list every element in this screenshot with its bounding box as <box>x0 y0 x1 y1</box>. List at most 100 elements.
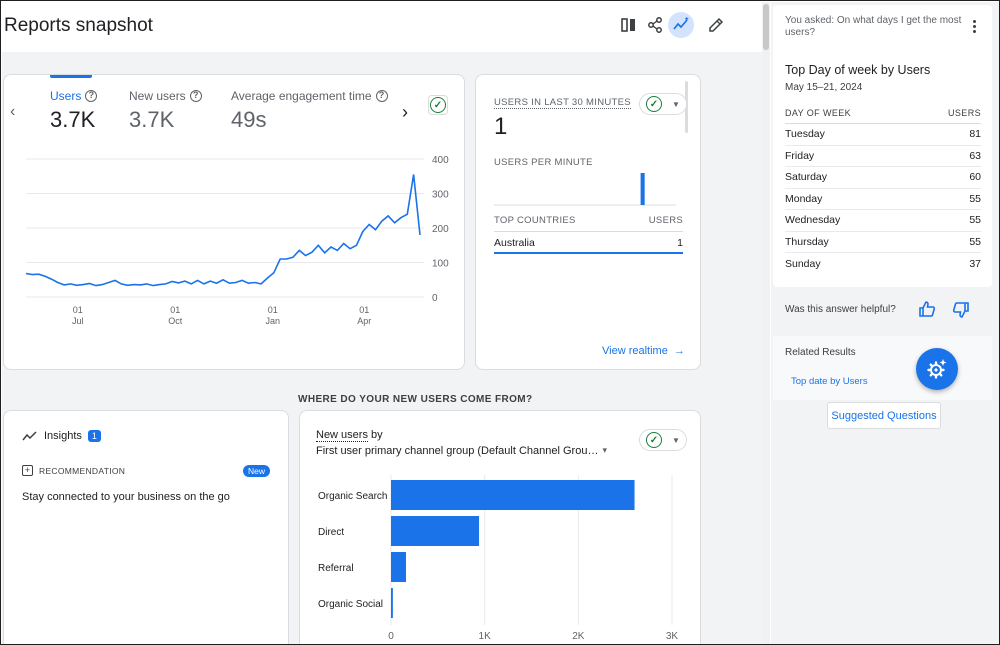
new-badge: New <box>243 465 271 477</box>
thumbs-down-icon[interactable] <box>951 300 971 325</box>
related-title: Related Results <box>785 347 856 358</box>
by-label: by <box>367 429 383 441</box>
row-day: Thursday <box>785 235 829 248</box>
countries-divider <box>494 231 683 232</box>
answer-card: You asked: On what days I get the most u… <box>773 5 992 287</box>
y-tick-label: 100 <box>432 259 449 270</box>
acquisition-check-dropdown[interactable]: ✓ ▼ <box>639 429 687 451</box>
related-link[interactable]: Top date by Users <box>791 376 868 387</box>
country-users: 1 <box>677 237 683 249</box>
row-day: Friday <box>785 149 815 162</box>
tab-engagement-value: 49s <box>231 107 267 132</box>
dimension-label: First user primary channel group (Defaul… <box>316 445 599 457</box>
users-line-chart: 400300200100001Jul01Oct01Jan01Apr <box>25 155 449 326</box>
chevron-right-icon[interactable]: › <box>402 102 408 123</box>
tab-users[interactable]: Users? 3.7K <box>50 89 98 133</box>
recommendation-icon: + <box>22 465 33 476</box>
insights-trend-icon[interactable] <box>668 12 694 38</box>
insights-trend-icon <box>22 431 37 441</box>
x-tick-label: Apr <box>357 316 371 326</box>
metric-selector[interactable]: New users <box>316 429 368 442</box>
tab-engagement-time[interactable]: Average engagement time? 49s <box>231 89 388 133</box>
dimension-selector[interactable]: First user primary channel group (Defaul… <box>316 445 607 457</box>
thumbs-up-icon[interactable] <box>917 299 937 324</box>
app-frame: Reports snapshot ‹ Users? 3.7K New users… <box>0 0 1000 645</box>
col-users: USERS <box>947 108 981 118</box>
row-day: Wednesday <box>785 214 841 227</box>
channel-bar <box>391 552 406 582</box>
countries-header: TOP COUNTRIES USERS <box>494 215 683 226</box>
row-day: Saturday <box>785 171 828 184</box>
y-tick-label: 300 <box>432 190 449 201</box>
recommendation-label: RECOMMENDATION <box>39 465 126 476</box>
country-row[interactable]: Australia 1 <box>494 237 683 249</box>
row-users: 55 <box>969 235 981 248</box>
col-day-of-week: DAY OF WEEK <box>785 108 852 118</box>
answer-table-header: DAY OF WEEK USERS <box>785 108 981 124</box>
help-icon[interactable]: ? <box>189 90 202 102</box>
x-tick-label: Jan <box>266 316 281 326</box>
chevron-left-icon[interactable]: ‹ <box>10 103 15 121</box>
answer-date-range: May 15–21, 2024 <box>785 82 863 93</box>
share-icon[interactable] <box>642 12 668 38</box>
answer-table-row: Sunday 37 <box>785 253 981 275</box>
acquisition-card: New users by First user primary channel … <box>299 410 701 644</box>
per-minute-chart <box>494 173 676 206</box>
country-name: Australia <box>494 237 535 249</box>
x-tick-label: 2K <box>572 631 585 642</box>
insights-card: Insights 1 + RECOMMENDATION New Stay con… <box>3 410 289 644</box>
view-realtime-label: View realtime <box>602 345 668 357</box>
users-col-label: USERS <box>648 215 683 226</box>
caret-down-icon: ▼ <box>672 99 680 109</box>
report-header: Reports snapshot <box>2 2 762 52</box>
suggested-questions-button[interactable]: Suggested Questions <box>827 402 941 429</box>
y-tick-label: 400 <box>432 155 449 166</box>
users-series-line <box>25 174 421 287</box>
tab-users-value: 3.7K <box>50 107 96 132</box>
data-quality-check[interactable]: ✓ <box>428 95 448 115</box>
main-scrollbar[interactable] <box>762 2 770 644</box>
row-day: Sunday <box>785 257 821 270</box>
related-results: Related Results Top date by Users <box>773 336 992 400</box>
view-realtime-link[interactable]: View realtime → <box>602 345 685 357</box>
per-minute-label: USERS PER MINUTE <box>494 157 593 168</box>
tab-new-users-label: New users <box>129 89 186 103</box>
page-title: Reports snapshot <box>4 15 153 36</box>
insights-header[interactable]: Insights 1 <box>22 429 101 443</box>
answer-table-row: Saturday 60 <box>785 167 981 189</box>
asked-question: You asked: On what days I get the most u… <box>785 15 962 38</box>
insights-count-badge: 1 <box>87 430 101 442</box>
x-tick-label: 01 <box>73 305 83 315</box>
channel-bar <box>391 588 393 618</box>
answer-table-body: Tuesday 81 Friday 63 Saturday 60 Monday 55 Wedne… <box>785 124 981 275</box>
x-tick-label: Oct <box>168 316 183 326</box>
category-label: Referral <box>318 563 354 574</box>
realtime-title: USERS IN LAST 30 MINUTES <box>494 97 631 109</box>
x-tick-label: Jul <box>72 316 84 326</box>
compare-icon[interactable] <box>616 12 642 38</box>
row-users: 60 <box>969 171 981 184</box>
category-label: Direct <box>318 527 344 538</box>
answer-table: DAY OF WEEK USERS Tuesday 81 Friday 63 Satur… <box>785 108 981 275</box>
x-tick-label: 01 <box>268 305 278 315</box>
answer-table-row: Monday 55 <box>785 189 981 210</box>
insights-title: Insights <box>44 430 82 442</box>
category-label: Organic Social <box>318 599 383 610</box>
category-label: Organic Search <box>318 491 387 502</box>
more-vert-icon[interactable] <box>973 20 977 35</box>
caret-down-icon: ▾ <box>602 445 607 455</box>
overview-card: ‹ Users? 3.7K New users? 3.7K Average en… <box>3 74 465 370</box>
row-users: 81 <box>969 128 981 141</box>
tab-new-users-value: 3.7K <box>129 107 175 132</box>
assistant-fab-button[interactable] <box>916 348 958 390</box>
recommendation-row: + RECOMMENDATION <box>22 465 125 476</box>
edit-icon[interactable] <box>703 12 729 38</box>
help-icon[interactable]: ? <box>85 90 98 102</box>
row-day: Tuesday <box>785 128 825 141</box>
scrollbar-thumb[interactable] <box>763 4 769 50</box>
realtime-check-dropdown[interactable]: ✓ ▼ <box>639 93 687 115</box>
row-users: 55 <box>969 192 981 205</box>
tab-new-users[interactable]: New users? 3.7K <box>129 89 202 133</box>
recommendation-text[interactable]: Stay connected to your business on the g… <box>22 491 230 503</box>
help-icon[interactable]: ? <box>375 90 388 102</box>
